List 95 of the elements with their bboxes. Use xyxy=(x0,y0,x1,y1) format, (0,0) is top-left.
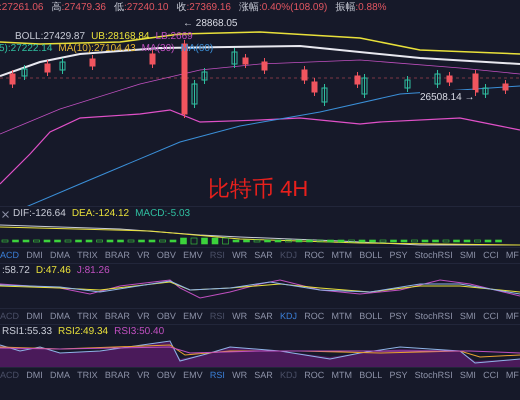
indicator-tab[interactable]: SAR xyxy=(254,310,273,324)
indicator-tab[interactable]: TRIX xyxy=(77,368,98,382)
indicator-tab[interactable]: SMI xyxy=(460,368,476,382)
quote-field: 涨幅:0.40%(108.09) xyxy=(239,0,328,14)
indicator-tab[interactable]: SAR xyxy=(254,248,273,262)
indicator-tab[interactable]: EMV xyxy=(183,310,203,324)
candlestick xyxy=(472,70,478,96)
indicator-value: BOLL:27429.87 xyxy=(15,32,86,42)
indicator-tab[interactable]: MF xyxy=(506,248,519,262)
indicator-tab[interactable]: BOLL xyxy=(359,368,382,382)
indicator-value: MA(10):27104.43 xyxy=(58,44,136,54)
candlestick xyxy=(502,80,508,94)
quote-field: :27261.06 xyxy=(0,0,44,14)
quote-field: 高:27479.36 xyxy=(52,0,106,14)
candlestick xyxy=(10,70,16,88)
quote-field: 低:27240.10 xyxy=(114,0,168,14)
candlestick xyxy=(232,48,238,68)
candlestick xyxy=(44,60,50,76)
indicator-tab[interactable]: VR xyxy=(137,248,150,262)
close-icon[interactable] xyxy=(2,210,9,218)
indicator-tab[interactable]: DMI xyxy=(26,368,43,382)
indicator-value: :58.72 xyxy=(2,266,30,276)
indicator-tab[interactable]: MTM xyxy=(331,248,352,262)
indicator-tab[interactable]: ACD xyxy=(0,248,20,262)
indicator-value: MACD:-5.03 xyxy=(135,209,190,219)
candlestick xyxy=(302,66,308,84)
indicator-tab[interactable]: TRIX xyxy=(77,248,98,262)
indicator-tab[interactable]: CCI xyxy=(483,310,499,324)
indicator-value: J:81.26 xyxy=(76,266,110,276)
indicator-tab[interactable]: MTM xyxy=(331,368,352,382)
indicator-tab[interactable]: EMV xyxy=(183,368,203,382)
indicator-value: DEA:-124.12 xyxy=(72,209,130,219)
indicator-tab[interactable]: ROC xyxy=(304,368,324,382)
indicator-tab[interactable]: BRAR xyxy=(104,368,130,382)
indicator-value: DIF:-126.64 xyxy=(13,209,66,219)
candlestick xyxy=(242,54,248,68)
indicator-tab[interactable]: StochRSI xyxy=(414,248,453,262)
indicator-value: D:47.46 xyxy=(36,266,71,276)
chart-title: 比特币 4H xyxy=(208,175,308,203)
indicator-tab[interactable]: MF xyxy=(506,310,519,324)
indicator-tab[interactable]: WR xyxy=(232,310,248,324)
indicator-value: RSI3:50.40 xyxy=(114,327,164,337)
indicator-tab[interactable]: SMI xyxy=(460,310,476,324)
candlestick xyxy=(202,68,208,84)
candlestick xyxy=(192,80,198,108)
indicator-tab[interactable]: ROC xyxy=(304,248,324,262)
indicator-tab[interactable]: CCI xyxy=(483,368,499,382)
quote-field: 振幅:0.88% xyxy=(335,0,387,14)
indicator-tab[interactable]: ROC xyxy=(304,310,324,324)
indicator-tab[interactable]: OBV xyxy=(156,310,176,324)
indicator-value: UB:28168.84 xyxy=(91,32,150,42)
candlestick xyxy=(22,64,28,80)
indicator-value: RSI2:49.34 xyxy=(58,327,108,337)
indicator-tab[interactable]: BRAR xyxy=(104,248,130,262)
indicator-tab[interactable]: PSY xyxy=(389,368,408,382)
indicator-tab[interactable]: EMV xyxy=(183,248,203,262)
indicator-tab[interactable]: BRAR xyxy=(104,310,130,324)
candlestick xyxy=(404,76,410,92)
candlestick xyxy=(322,84,328,106)
indicator-tab[interactable]: DMI xyxy=(26,248,43,262)
indicator-tab[interactable]: KDJ xyxy=(280,310,298,324)
indicator-tab[interactable]: RSI xyxy=(210,368,225,382)
indicator-tab[interactable]: WR xyxy=(232,248,248,262)
indicator-tab[interactable]: PSY xyxy=(389,248,408,262)
candlestick xyxy=(90,54,96,70)
quote-field: 收:27369.16 xyxy=(176,0,231,14)
indicator-tab[interactable]: DMA xyxy=(50,310,70,324)
indicator-tab[interactable]: StochRSI xyxy=(414,368,453,382)
candlestick xyxy=(312,78,318,96)
indicator-tab[interactable]: VR xyxy=(137,310,150,324)
indicator-tab[interactable]: BOLL xyxy=(359,310,382,324)
candlestick xyxy=(482,84,488,98)
indicator-tab[interactable]: SMI xyxy=(460,248,476,262)
indicator-value: MA(60) xyxy=(180,44,214,54)
indicator-tab[interactable]: DMI xyxy=(26,310,43,324)
indicator-tab[interactable]: OBV xyxy=(156,368,176,382)
indicator-tab[interactable]: OBV xyxy=(156,248,176,262)
indicator-tab[interactable]: DMA xyxy=(50,248,70,262)
indicator-tab[interactable]: SAR xyxy=(254,368,273,382)
indicator-tab[interactable]: BOLL xyxy=(359,248,382,262)
candlestick xyxy=(262,58,268,74)
indicator-tab[interactable]: MTM xyxy=(331,310,352,324)
indicator-tab[interactable]: VR xyxy=(137,368,150,382)
candlestick xyxy=(434,70,440,88)
candlestick xyxy=(446,72,452,86)
indicator-tab[interactable]: DMA xyxy=(50,368,70,382)
indicator-tab[interactable]: PSY xyxy=(389,310,408,324)
indicator-tab[interactable]: MF xyxy=(506,368,519,382)
indicator-value: RSI1:55.33 xyxy=(2,327,52,337)
candlestick xyxy=(60,58,66,74)
indicator-tab[interactable]: WR xyxy=(232,368,248,382)
high-price-marker: ← 28868.05 xyxy=(183,17,238,31)
indicator-tab[interactable]: TRIX xyxy=(77,310,98,324)
indicator-tab[interactable]: CCI xyxy=(483,248,499,262)
indicator-tab[interactable]: StochRSI xyxy=(414,310,453,324)
